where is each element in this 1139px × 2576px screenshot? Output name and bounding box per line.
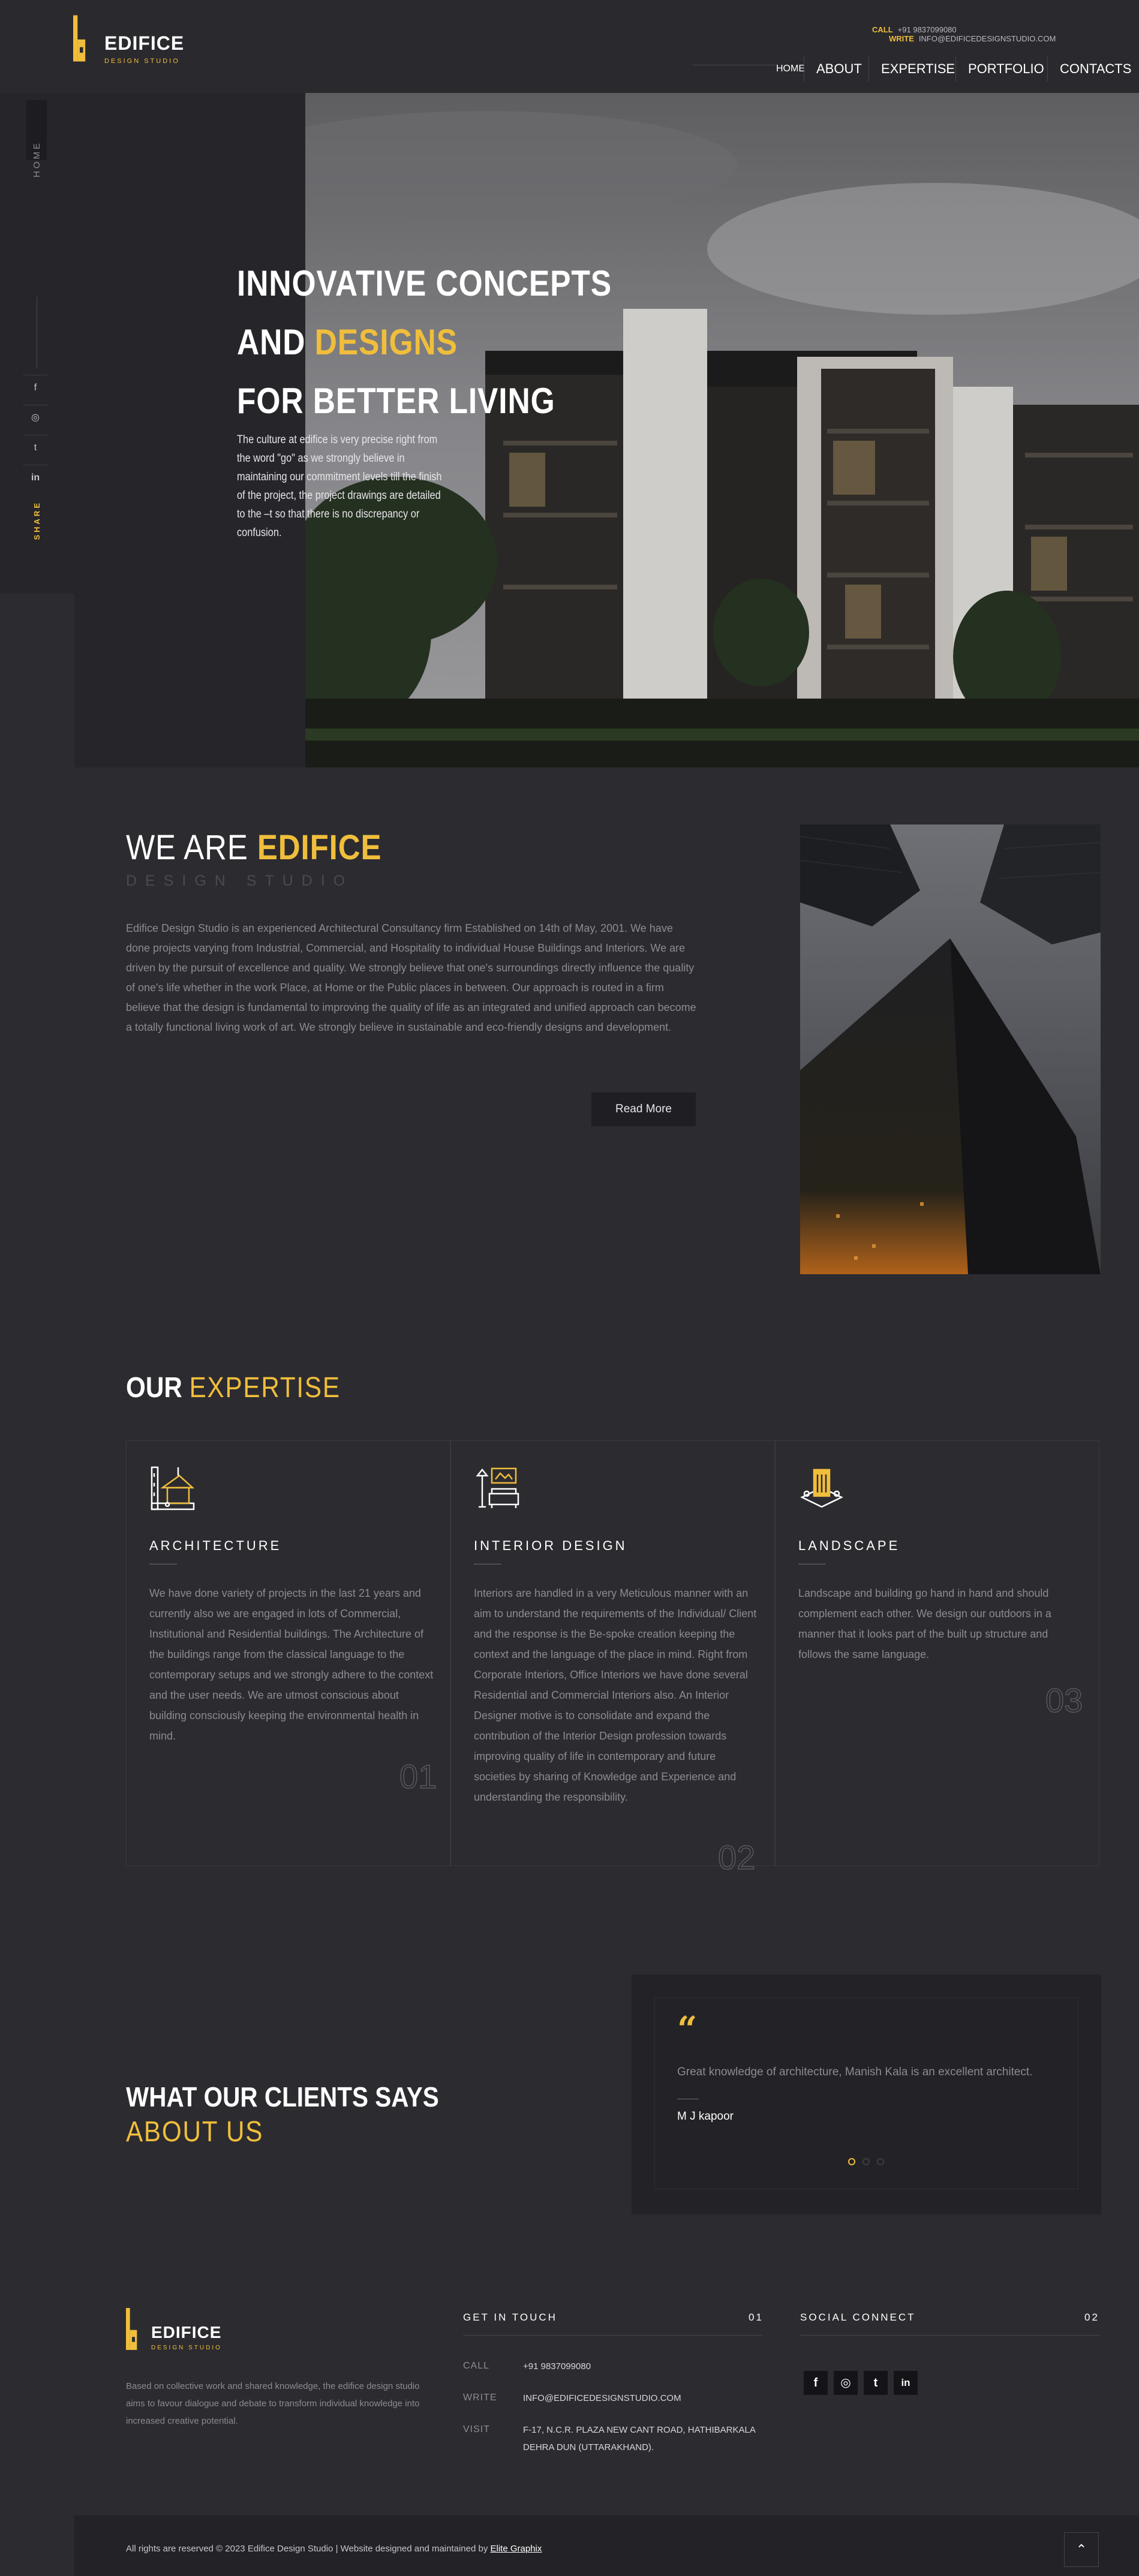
expertise-title: OUR EXPERTISE xyxy=(126,1371,341,1404)
hero-section: INNOVATIVE CONCEPTS AND DESIGNS FOR BETT… xyxy=(74,93,1139,768)
landscape-text: Landscape and building go hand in hand a… xyxy=(798,1587,1051,1660)
write-label-footer: WRITE xyxy=(463,2393,497,2403)
about-body: Edifice Design Studio is an experienced … xyxy=(126,922,696,1033)
footer-brand-name: EDIFICE xyxy=(151,2323,222,2342)
read-more-button[interactable]: Read More xyxy=(591,1093,696,1126)
footer-facebook-icon[interactable]: f xyxy=(804,2371,828,2395)
landscape-title: LANDSCAPE xyxy=(798,1538,900,1553)
testimonial-author: M J kapoor xyxy=(677,2110,734,2123)
hero-title-line1: INNOVATIVE CONCEPTS xyxy=(237,263,612,303)
about-title-we-are: WE ARE xyxy=(126,828,257,867)
contact-title: GET IN TOUCH xyxy=(463,2312,557,2323)
slider-dot-active[interactable] xyxy=(848,2158,855,2165)
footer-instagram-icon[interactable]: ◎ xyxy=(834,2371,858,2395)
visit-label-footer: VISIT xyxy=(463,2424,491,2434)
write-value-footer[interactable]: INFO@EDIFICEDESIGNSTUDIO.COM xyxy=(523,2390,681,2407)
call-label: CALL xyxy=(872,25,893,34)
hero-title-designs: DESIGNS xyxy=(314,322,458,362)
visit-line1: F-17, N.C.R. PLAZA NEW CANT ROAD, HATHIB… xyxy=(523,2425,756,2435)
hero-title-line3: FOR BETTER LIVING xyxy=(237,381,555,421)
site-header: EDIFICE DESIGN STUDIO CALL +91 9837099080… xyxy=(0,0,1139,93)
contact-num: 01 xyxy=(749,2312,764,2323)
architecture-icon xyxy=(151,1466,195,1510)
interior-title: INTERIOR DESIGN xyxy=(474,1538,627,1553)
nav-portfolio[interactable]: PORTFOLIO xyxy=(955,56,1056,82)
expertise-card-interior: INTERIOR DESIGN Interiors are handled in… xyxy=(450,1440,775,1877)
landscape-icon xyxy=(800,1468,843,1508)
contact-divider xyxy=(463,2335,763,2336)
visit-line2: DEHRA DUN (UTTARAKHAND). xyxy=(523,2442,654,2452)
architecture-title: ARCHITECTURE xyxy=(149,1538,282,1553)
hero-description: The culture at edifice is very precise r… xyxy=(237,434,442,539)
hero-title-line2: AND DESIGNS xyxy=(237,321,458,364)
social-title: SOCIAL CONNECT xyxy=(800,2312,916,2323)
social-divider xyxy=(800,2335,1100,2336)
footer-linkedin-icon[interactable]: in xyxy=(894,2371,918,2395)
hero-title-and: AND xyxy=(237,322,315,362)
expertise-card-landscape: LANDSCAPE Landscape and building go hand… xyxy=(775,1440,1099,1866)
side-panel: HOME f ◎ t in SHARE xyxy=(0,93,74,594)
call-label-footer: CALL xyxy=(463,2361,490,2371)
call-value[interactable]: +91 9837099080 xyxy=(898,25,957,34)
architecture-num: 01 xyxy=(399,1757,437,1796)
instagram-icon[interactable]: ◎ xyxy=(23,405,48,430)
footer-about: Based on collective work and shared know… xyxy=(126,2381,420,2426)
brand-logo[interactable]: EDIFICE DESIGN STUDIO xyxy=(73,14,187,68)
twitter-icon[interactable]: t xyxy=(23,435,48,460)
clients-title: WHAT OUR CLIENTS SAYS xyxy=(126,2081,439,2112)
double-chevron-up-icon: ⌃ xyxy=(1075,2542,1087,2557)
about-subtitle: DESIGN STUDIO xyxy=(126,872,354,889)
topbar-contact: CALL +91 9837099080 WRITE INFO@EDIFICEDESI… xyxy=(872,25,1139,43)
architecture-text: We have done variety of projects in the … xyxy=(149,1587,434,1742)
copyright: All rights are reserved © 2023 Edifice D… xyxy=(126,2544,542,2554)
credit-link[interactable]: Elite Graphix xyxy=(491,2544,542,2554)
brand-name: EDIFICE xyxy=(104,32,185,54)
slider-dot[interactable] xyxy=(862,2158,870,2165)
bottom-bar: All rights are reserved © 2023 Edifice D… xyxy=(74,2515,1139,2576)
about-title-edifice: EDIFICE xyxy=(257,828,382,867)
copyright-text: All rights are reserved © 2023 Edifice D… xyxy=(126,2544,491,2554)
slider-dots[interactable] xyxy=(848,2157,891,2168)
write-value[interactable]: INFO@EDIFICEDESIGNSTUDIO.COM xyxy=(919,34,1056,43)
about-skyscraper-image xyxy=(800,824,1101,1274)
social-num: 02 xyxy=(1084,2312,1099,2323)
footer-logo-mark-icon xyxy=(126,2308,137,2350)
interior-text: Interiors are handled in a very Meticulo… xyxy=(474,1587,757,1803)
write-label: WRITE xyxy=(889,34,914,43)
testimonial-quote: Great knowledge of architecture, Manish … xyxy=(677,2066,1033,2078)
nav-expertise[interactable]: EXPERTISE xyxy=(868,56,967,82)
about-title: WE ARE EDIFICE xyxy=(126,827,381,868)
brand-tagline: DESIGN STUDIO xyxy=(104,58,180,65)
linkedin-icon[interactable]: in xyxy=(23,465,48,490)
footer-brand-tagline: DESIGN STUDIO xyxy=(151,2345,222,2351)
clients-subtitle: ABOUT US xyxy=(126,2116,264,2148)
interior-design-icon xyxy=(476,1467,519,1508)
expertise-title-our: OUR xyxy=(126,1372,190,1404)
testimonial-panel: “ Great knowledge of architecture, Manis… xyxy=(632,1975,1101,2214)
nav-about[interactable]: ABOUT xyxy=(804,56,874,82)
expertise-title-expertise: EXPERTISE xyxy=(189,1372,341,1404)
nav-contacts[interactable]: CONTACTS xyxy=(1047,56,1139,82)
sidebar-home-label[interactable]: HOME xyxy=(32,141,42,177)
logo-mark-icon xyxy=(73,15,86,62)
slider-dot[interactable] xyxy=(877,2158,884,2165)
interior-num: 02 xyxy=(717,1838,756,1877)
quote-icon: “ xyxy=(677,2009,698,2050)
expertise-card-architecture: ARCHITECTURE We have done variety of pro… xyxy=(126,1440,450,1866)
back-to-top-button[interactable]: ⌃ xyxy=(1064,2532,1099,2567)
landscape-num: 03 xyxy=(1045,1681,1083,1720)
facebook-icon[interactable]: f xyxy=(23,375,48,400)
footer-logo[interactable]: EDIFICE DESIGN STUDIO xyxy=(126,2307,246,2355)
sidebar-share-label: SHARE xyxy=(32,501,41,540)
footer-twitter-icon[interactable]: t xyxy=(864,2371,888,2395)
call-value-footer[interactable]: +91 9837099080 xyxy=(523,2358,591,2375)
